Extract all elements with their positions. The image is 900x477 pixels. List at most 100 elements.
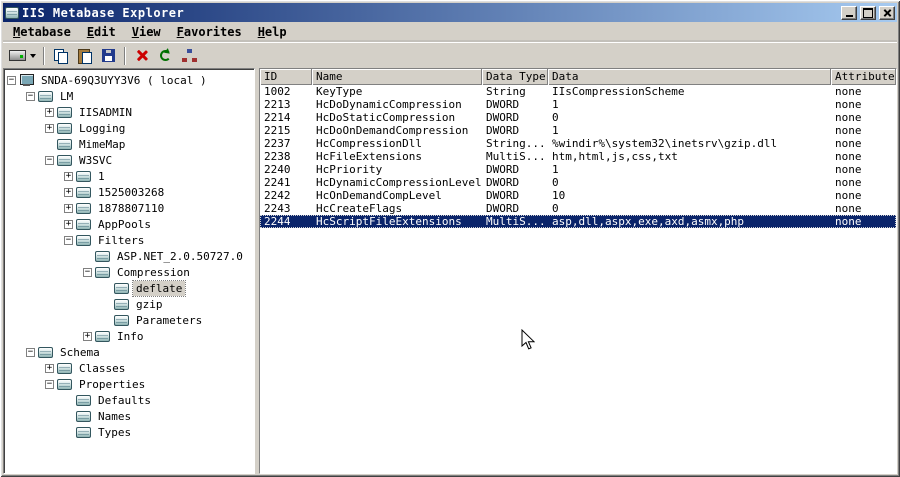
paste-button[interactable]: [73, 45, 96, 67]
cell-id: 2215: [264, 124, 291, 137]
tree-expand-toggle[interactable]: +: [45, 363, 54, 373]
tree-item-label[interactable]: Classes: [76, 361, 128, 376]
title-bar[interactable]: IIS Metabase Explorer: [3, 3, 897, 22]
tree-expand-toggle[interactable]: −: [64, 235, 73, 245]
tree-item-label[interactable]: Defaults: [95, 393, 154, 408]
tree-item-label[interactable]: Filters: [95, 233, 147, 248]
tree-expand-toggle[interactable]: +: [45, 107, 54, 117]
tree-item-names[interactable]: Names: [5, 408, 253, 424]
cell-name: HcDoDynamicCompression: [316, 98, 462, 111]
table-row-2241[interactable]: 2241 HcDynamicCompressionLevel DWORD 0 n…: [260, 176, 896, 189]
maximize-button[interactable]: [860, 5, 876, 20]
save-button[interactable]: [97, 45, 120, 67]
menu-metabase[interactable]: Metabase: [5, 23, 79, 41]
tree-expand-toggle[interactable]: +: [64, 203, 73, 213]
table-row-2213[interactable]: 2213 HcDoDynamicCompression DWORD 1 none: [260, 98, 896, 111]
tree-item-properties[interactable]: − Properties: [5, 376, 253, 392]
tree-item-label[interactable]: Types: [95, 425, 134, 440]
table-row-2240[interactable]: 2240 HcPriority DWORD 1 none: [260, 163, 896, 176]
cell-name: HcDoStaticCompression: [316, 111, 456, 124]
tree-expand-toggle[interactable]: −: [26, 347, 35, 357]
tree-item-parameters[interactable]: Parameters: [5, 312, 253, 328]
tree-expand-toggle[interactable]: −: [45, 379, 54, 389]
toolbar: [3, 42, 897, 68]
tree-item-schema[interactable]: − Schema: [5, 344, 253, 360]
tree-item-lm[interactable]: − LM: [5, 88, 253, 104]
tree-item-label[interactable]: 1: [95, 169, 108, 184]
tree-expand-toggle[interactable]: −: [26, 91, 35, 101]
tree-expand-toggle[interactable]: +: [45, 123, 54, 133]
tree-item-info[interactable]: + Info: [5, 328, 253, 344]
tree-item-snda-69q3uyy3v6-local[interactable]: − SNDA-69Q3UYY3V6 ( local ): [5, 72, 253, 88]
tree-item-iisadmin[interactable]: + IISADMIN: [5, 104, 253, 120]
tree-item-compression[interactable]: − Compression: [5, 264, 253, 280]
tree-item-1878807110[interactable]: + 1878807110: [5, 200, 253, 216]
refresh-button[interactable]: [154, 45, 177, 67]
delete-button[interactable]: [130, 45, 153, 67]
tree-item-label[interactable]: SNDA-69Q3UYY3V6 ( local ): [38, 73, 210, 88]
column-header-data[interactable]: Data: [548, 69, 831, 85]
tree-item-label[interactable]: Info: [114, 329, 147, 344]
tree-item-deflate[interactable]: deflate: [5, 279, 253, 297]
tree-expand-toggle[interactable]: +: [64, 171, 73, 181]
column-header-attributes[interactable]: Attributes: [831, 69, 896, 85]
tree-item-label[interactable]: deflate: [131, 279, 187, 297]
copy-button[interactable]: [49, 45, 72, 67]
tree-expand-toggle[interactable]: +: [64, 187, 73, 197]
tree-expand-toggle[interactable]: −: [83, 267, 92, 277]
tree-item-label[interactable]: MimeMap: [76, 137, 128, 152]
tree-item-label[interactable]: AppPools: [95, 217, 154, 232]
tree-item-label[interactable]: gzip: [133, 297, 166, 312]
tree-item-label[interactable]: 1878807110: [95, 201, 167, 216]
tree-item-w3svc[interactable]: − W3SVC: [5, 152, 253, 168]
menu-help[interactable]: Help: [250, 23, 295, 41]
tree-item-1[interactable]: + 1: [5, 168, 253, 184]
cell-name: HcPriority: [316, 163, 383, 176]
close-button[interactable]: [879, 5, 895, 20]
tree-item-filters[interactable]: − Filters: [5, 232, 253, 248]
column-header-data-type[interactable]: Data Type: [482, 69, 548, 85]
tree-item-logging[interactable]: + Logging: [5, 120, 253, 136]
tree-item-label[interactable]: ASP.NET_2.0.50727.0: [114, 249, 246, 264]
tree-item-apppools[interactable]: + AppPools: [5, 216, 253, 232]
table-row-1002[interactable]: 1002 KeyType String IIsCompressionScheme…: [260, 85, 896, 98]
table-row-2238[interactable]: 2238 HcFileExtensions MultiS... htm,html…: [260, 150, 896, 163]
tree-item-label[interactable]: IISADMIN: [76, 105, 135, 120]
tree-expand-toggle[interactable]: −: [7, 75, 16, 85]
connections-button[interactable]: [178, 45, 201, 67]
tree-item-label[interactable]: LM: [57, 89, 76, 104]
tree-item-label[interactable]: W3SVC: [76, 153, 115, 168]
menu-view[interactable]: View: [124, 23, 169, 41]
column-header-name[interactable]: Name: [312, 69, 482, 85]
table-row-2242[interactable]: 2242 HcOnDemandCompLevel DWORD 10 none: [260, 189, 896, 202]
tree-item-label[interactable]: Logging: [76, 121, 128, 136]
connect-button[interactable]: [6, 45, 39, 67]
tree-item-types[interactable]: Types: [5, 424, 253, 440]
table-row-2243[interactable]: 2243 HcCreateFlags DWORD 0 none: [260, 202, 896, 215]
tree-item-1525003268[interactable]: + 1525003268: [5, 184, 253, 200]
tree-item-label[interactable]: Schema: [57, 345, 103, 360]
table-row-2214[interactable]: 2214 HcDoStaticCompression DWORD 0 none: [260, 111, 896, 124]
table-row-2237[interactable]: 2237 HcCompressionDll String... %windir%…: [260, 137, 896, 150]
tree-item-label[interactable]: Properties: [76, 377, 148, 392]
minimize-button[interactable]: [841, 5, 857, 20]
tree-item-label[interactable]: Names: [95, 409, 134, 424]
tree-item-defaults[interactable]: Defaults: [5, 392, 253, 408]
tree-item-label[interactable]: Parameters: [133, 313, 205, 328]
tree-item-asp-net-2-0-50727-0[interactable]: ASP.NET_2.0.50727.0: [5, 248, 253, 264]
tree-expand-toggle[interactable]: +: [64, 219, 73, 229]
tree-item-gzip[interactable]: gzip: [5, 296, 253, 312]
tree-item-label[interactable]: Compression: [114, 265, 193, 280]
table-row-2244[interactable]: 2244 HcScriptFileExtensions MultiS... as…: [260, 215, 896, 228]
table-row-2215[interactable]: 2215 HcDoOnDemandCompression DWORD 1 non…: [260, 124, 896, 137]
menu-edit[interactable]: Edit: [79, 23, 124, 41]
tree-item-label[interactable]: 1525003268: [95, 185, 167, 200]
menu-favorites[interactable]: Favorites: [169, 23, 250, 41]
tree-expand-toggle[interactable]: −: [45, 155, 54, 165]
cell-attributes: none: [835, 202, 862, 215]
column-header-id[interactable]: ID: [260, 69, 312, 85]
tree-expand-toggle[interactable]: +: [83, 331, 92, 341]
tree-item-classes[interactable]: + Classes: [5, 360, 253, 376]
tree-item-mimemap[interactable]: MimeMap: [5, 136, 253, 152]
